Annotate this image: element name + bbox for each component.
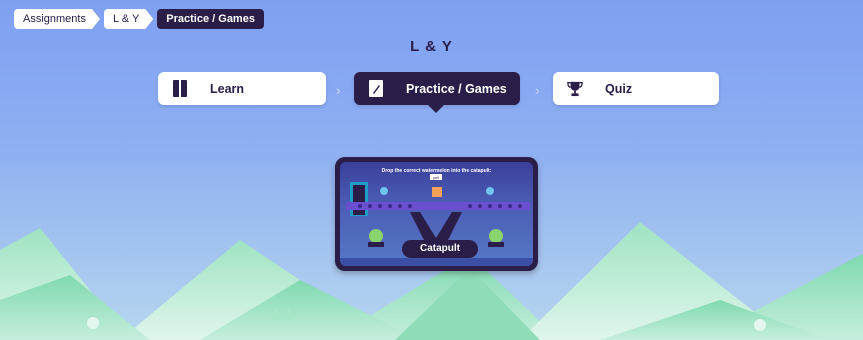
breadcrumb-lesson[interactable]: L & Y: [104, 9, 153, 29]
book-icon: [172, 80, 188, 98]
breadcrumb: Assignments L & Y Practice / Games: [14, 9, 268, 29]
trophy-icon: [567, 80, 583, 98]
tab-quiz[interactable]: Quiz: [553, 72, 719, 105]
game-card-catapult[interactable]: Drop the correct watermelon into the cat…: [335, 157, 538, 271]
page-title: L & Y: [410, 38, 453, 55]
breadcrumb-current: Practice / Games: [157, 9, 264, 29]
tab-label: Learn: [210, 81, 245, 96]
game-preview: Drop the correct watermelon into the cat…: [340, 162, 533, 266]
chevron-right-icon: ›: [336, 82, 341, 98]
tab-label: Practice / Games: [406, 81, 507, 96]
pencil-icon: [368, 80, 384, 98]
app-stage: Assignments L & Y Practice / Games L & Y…: [0, 0, 863, 340]
tab-label: Quiz: [605, 81, 633, 96]
game-title: Catapult: [402, 240, 478, 258]
tab-practice-games[interactable]: Practice / Games: [354, 72, 520, 113]
breadcrumb-assignments[interactable]: Assignments: [14, 9, 100, 29]
game-word: yell: [433, 175, 439, 180]
tab-learn[interactable]: Learn: [158, 72, 326, 105]
chevron-right-icon: ›: [535, 82, 540, 98]
